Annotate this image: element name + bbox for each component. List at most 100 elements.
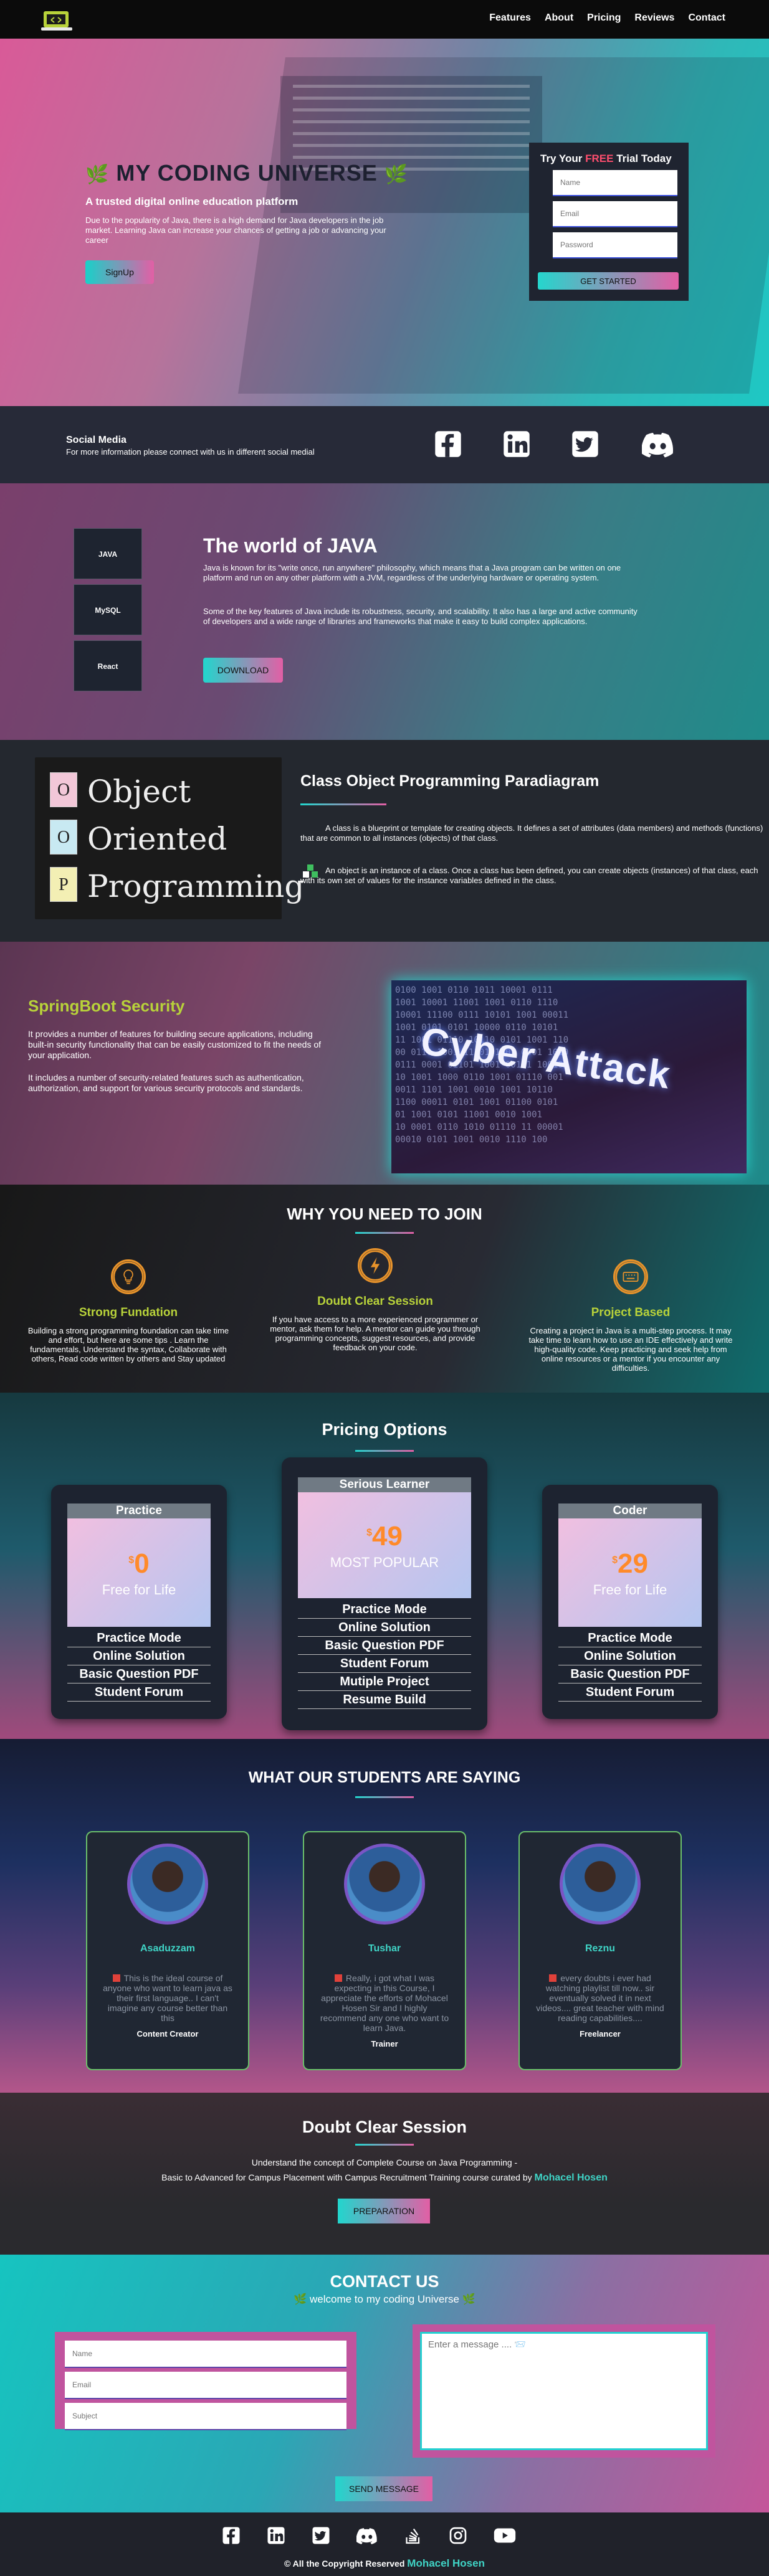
why-item-text: Creating a project in Java is a multi-st… xyxy=(528,1326,733,1373)
plan-price: $29 xyxy=(558,1548,702,1579)
contact-welcome-text: welcome to my coding Universe xyxy=(310,2293,459,2305)
testimonials-title: WHAT OUR STUDENTS ARE SAYING xyxy=(248,1769,521,1786)
message-textarea[interactable] xyxy=(420,2332,708,2450)
oop-paragraph-1: A class is a blueprint or template for c… xyxy=(300,823,763,843)
title-underline xyxy=(355,1232,414,1234)
laptop-logo-icon[interactable] xyxy=(41,7,74,32)
copyright-text: © All the Copyright Reserved xyxy=(284,2559,408,2569)
oop-section: O Object O Oriented P Programming Class … xyxy=(0,740,769,942)
testimonials-section: WHAT OUR STUDENTS ARE SAYING Asaduzzam T… xyxy=(0,1739,769,2093)
facebook-icon[interactable] xyxy=(434,430,462,458)
trial-email-input[interactable] xyxy=(553,201,677,227)
linkedin-icon[interactable] xyxy=(267,2526,285,2545)
instagram-icon[interactable] xyxy=(449,2526,467,2545)
preparation-button[interactable]: PREPARATION xyxy=(338,2199,430,2223)
pricing-card-practice[interactable]: Practice $0 Free for Life Practice Mode … xyxy=(51,1485,227,1719)
twitter-icon[interactable] xyxy=(571,430,599,458)
testimonial-quote: Really, i got what I was expecting in th… xyxy=(318,1973,451,2033)
contact-section: CONTACT US 🌿 welcome to my coding Univer… xyxy=(0,2255,769,2512)
plan-name: Practice xyxy=(67,1503,211,1518)
spring-title: SpringBoot Security xyxy=(28,997,185,1015)
hero-tagline: A trusted digital online education platf… xyxy=(85,196,299,207)
pricing-title: Pricing Options xyxy=(322,1420,447,1439)
plan-feature: Online Solution xyxy=(298,1619,471,1637)
contact-email-input[interactable] xyxy=(65,2372,346,2399)
pricing-section: Pricing Options Practice $0 Free for Lif… xyxy=(0,1393,769,1739)
oop-paragraph-2: An object is an instance of a class. Onc… xyxy=(300,866,758,885)
lightbulb-icon xyxy=(111,1259,146,1294)
contact-fields xyxy=(55,2332,356,2430)
testimonial-role: Trainer xyxy=(371,2039,398,2048)
quote-icon xyxy=(549,1974,557,1982)
stackoverflow-icon[interactable] xyxy=(404,2526,423,2545)
youtube-icon[interactable] xyxy=(494,2526,516,2545)
avatar xyxy=(560,1844,641,1925)
trial-title-after: Trial Today xyxy=(613,153,672,164)
testimonial-quote: every doubts i ever had watching playlis… xyxy=(533,1973,667,2023)
testimonial-quote-text: This is the ideal course of anyone who w… xyxy=(103,1973,232,2023)
contact-subject-input[interactable] xyxy=(65,2403,346,2430)
why-item-title: Project Based xyxy=(591,1306,671,1319)
plan-feature: Basic Question PDF xyxy=(67,1665,211,1683)
facebook-icon[interactable] xyxy=(222,2526,241,2545)
board-letter: P xyxy=(50,867,77,902)
nav-link-contact[interactable]: Contact xyxy=(688,12,725,24)
testimonial-role: Freelancer xyxy=(580,2029,621,2039)
message-box xyxy=(413,2324,715,2458)
leaf-icon: 🌿 xyxy=(384,164,409,185)
linkedin-icon[interactable] xyxy=(502,430,531,458)
avatar xyxy=(127,1844,208,1925)
title-underline xyxy=(355,1450,414,1452)
plan-feature: Student Forum xyxy=(298,1655,471,1673)
trial-title-highlight: FREE xyxy=(585,153,614,164)
leaf-icon: 🌿 xyxy=(294,2293,307,2305)
plan-price-box: $49 MOST POPULAR xyxy=(298,1492,471,1598)
pricing-card-serious-learner[interactable]: Serious Learner $49 MOST POPULAR Practic… xyxy=(282,1457,487,1730)
board-word: Object xyxy=(87,774,191,810)
send-message-button[interactable]: SEND MESSAGE xyxy=(335,2476,432,2501)
pricing-card-coder[interactable]: Coder $29 Free for Life Practice Mode On… xyxy=(542,1485,718,1719)
twitter-icon[interactable] xyxy=(312,2526,330,2545)
why-item: Doubt Clear Session If you have access t… xyxy=(257,1248,494,1352)
copyright: © All the Copyright Reserved Mohacel Hos… xyxy=(0,2557,769,2570)
nav-link-features[interactable]: Features xyxy=(489,12,531,24)
plan-feature: Practice Mode xyxy=(67,1629,211,1647)
testimonial-card: Asaduzzam This is the ideal course of an… xyxy=(86,1831,249,2070)
nav-link-about[interactable]: About xyxy=(545,12,573,24)
testimonial-role: Content Creator xyxy=(136,2029,199,2039)
lightning-icon xyxy=(358,1248,393,1283)
why-item: Strong Fundation Building a strong progr… xyxy=(10,1259,247,1363)
quote-icon xyxy=(112,1974,120,1982)
plan-amount: 29 xyxy=(617,1548,648,1579)
hero-title: 🌿 MY CODING UNIVERSE 🌿 xyxy=(85,160,408,186)
plan-name: Coder xyxy=(558,1503,702,1518)
avatar xyxy=(344,1844,425,1925)
stack-card-mysql: MySQL xyxy=(74,584,142,635)
trial-password-input[interactable] xyxy=(553,232,677,258)
plan-feature: Mutiple Project xyxy=(298,1673,471,1691)
discord-icon[interactable] xyxy=(356,2526,378,2545)
footer: © All the Copyright Reserved Mohacel Hos… xyxy=(0,2512,769,2576)
testimonial-name: Reznu xyxy=(585,1943,615,1954)
java-paragraph-1: Java is known for its "write once, run a… xyxy=(203,563,621,582)
trial-name-input[interactable] xyxy=(553,170,677,196)
download-button[interactable]: DOWNLOAD xyxy=(203,658,283,683)
testimonial-card: Reznu every doubts i ever had watching p… xyxy=(518,1831,682,2070)
springboot-section: SpringBoot Security It provides a number… xyxy=(0,942,769,1185)
oop-title: Class Object Programming Paradiagram xyxy=(300,772,599,790)
contact-title: CONTACT US xyxy=(330,2272,439,2291)
contact-name-input[interactable] xyxy=(65,2341,346,2368)
hero-title-text: MY CODING UNIVERSE xyxy=(116,160,378,186)
doubt-line-1: Understand the concept of Complete Cours… xyxy=(251,2157,518,2167)
plan-label: Free for Life xyxy=(593,1582,667,1598)
why-item: Project Based Creating a project in Java… xyxy=(512,1259,749,1373)
signup-button[interactable]: SignUp xyxy=(85,260,154,284)
discord-icon[interactable] xyxy=(642,430,674,458)
title-underline xyxy=(355,2144,414,2146)
nav-link-reviews[interactable]: Reviews xyxy=(634,12,674,24)
why-title: WHY YOU NEED TO JOIN xyxy=(287,1205,482,1223)
nav-link-pricing[interactable]: Pricing xyxy=(587,12,621,24)
board-letter: O xyxy=(50,820,77,855)
get-started-button[interactable]: GET STARTED xyxy=(538,272,679,290)
plan-feature: Resume Build xyxy=(298,1691,471,1709)
